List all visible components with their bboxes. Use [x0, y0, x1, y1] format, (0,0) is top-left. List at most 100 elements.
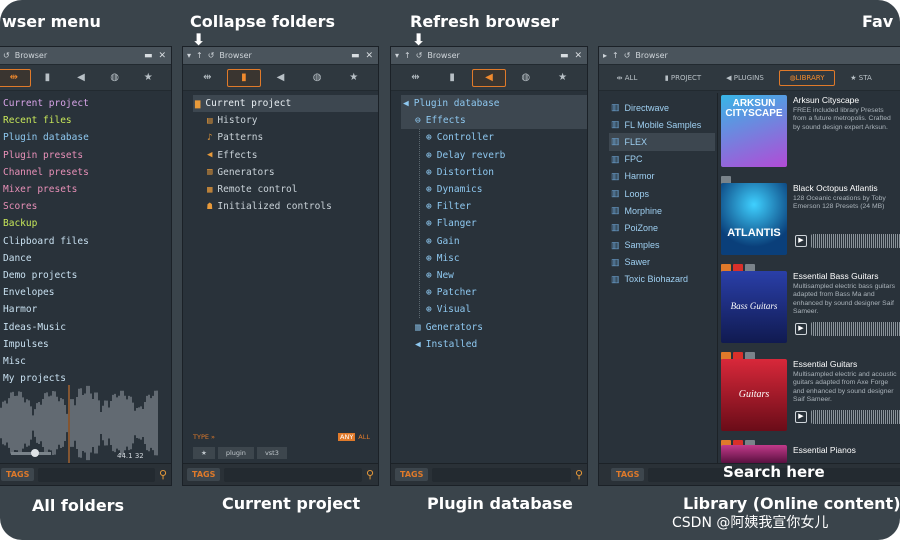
folder-list-item[interactable]: Dance — [1, 250, 171, 267]
folder-list-item[interactable]: Plugin presets — [1, 147, 171, 164]
project-list-item[interactable]: ▦ Remote control — [193, 181, 378, 198]
library-folder-item[interactable]: ▥ Sawer — [609, 254, 715, 271]
close-icon[interactable]: ✕ — [365, 51, 373, 61]
library-folder-item[interactable]: ▥ Samples — [609, 237, 715, 254]
tab-all-folders[interactable]: ⇹ — [190, 69, 224, 87]
library-folder-item[interactable]: ▥ Loops — [609, 185, 715, 202]
library-folder-item[interactable]: ▥ FL Mobile Samples — [609, 116, 715, 133]
star-icon[interactable]: ★ — [193, 447, 215, 459]
tag-chip[interactable]: plugin — [217, 447, 254, 459]
tab-plugin-database[interactable]: ◀ — [263, 69, 297, 87]
effect-category-item[interactable]: ⊕ Delay reverb — [420, 147, 587, 164]
slider-handle[interactable] — [31, 449, 39, 457]
minimize-icon[interactable]: ▬ — [144, 51, 153, 61]
any-toggle[interactable]: ANY — [338, 433, 356, 441]
folder-list-item[interactable]: Ideas-Music — [1, 318, 171, 335]
folder-list-item[interactable]: Recent files — [1, 112, 171, 129]
tags-button[interactable]: TAGS — [395, 468, 429, 481]
tab-current-project[interactable]: ▮ — [435, 69, 469, 87]
tags-button[interactable]: TAGS — [611, 468, 645, 481]
close-icon[interactable]: ✕ — [158, 51, 166, 61]
library-folder-item[interactable]: ▥ Morphine — [609, 202, 715, 219]
tab-library[interactable]: ◍ — [509, 69, 543, 87]
list-item-current-project[interactable]: ▆ Current project — [193, 95, 378, 113]
library-card[interactable]: ATLANTIS Black Octopus Atlantis 128 Ocean… — [721, 183, 900, 276]
type-filter-label[interactable]: TYPE » — [193, 433, 215, 441]
collapse-icon[interactable]: ↑ — [404, 51, 411, 60]
effect-category-item[interactable]: ⊕ Flanger — [420, 215, 587, 232]
tab-project[interactable]: ▮ PROJECT — [655, 74, 711, 82]
folder-list-item[interactable]: Misc — [1, 353, 171, 370]
library-card[interactable]: ARKSUN CITYSCAPE Arksun Cityscape FREE in… — [721, 95, 899, 188]
list-item-installed[interactable]: ◀ Installed — [401, 336, 587, 353]
folder-list-item[interactable]: Clipboard files — [1, 233, 171, 250]
folder-list-item[interactable]: Channel presets — [1, 164, 171, 181]
effect-category-item[interactable]: ⊕ Patcher — [420, 284, 587, 301]
effect-category-item[interactable]: ⊕ Visual — [420, 301, 587, 318]
tab-favorites[interactable]: ★ — [131, 69, 165, 87]
tag-chip[interactable]: vst3 — [256, 447, 287, 459]
tab-starred[interactable]: ★ STA — [841, 74, 881, 82]
project-list-item[interactable]: ▥ Generators — [193, 164, 378, 181]
folder-list-item[interactable]: Harmor — [1, 301, 171, 318]
list-item-plugin-database[interactable]: ◀ Plugin database — [401, 95, 587, 113]
effect-category-item[interactable]: ⊕ Misc — [420, 250, 587, 267]
tags-button[interactable]: TAGS — [1, 468, 35, 481]
project-list-item[interactable]: ◀ Effects — [193, 147, 378, 164]
library-folder-item[interactable]: ▥ FPC — [609, 151, 715, 168]
search-input[interactable] — [38, 467, 155, 482]
play-icon[interactable]: ▶ — [795, 323, 807, 335]
tab-library[interactable]: ◍ LIBRARY — [779, 69, 835, 86]
refresh-icon[interactable]: ↺ — [416, 51, 423, 60]
folder-list-item[interactable]: Impulses — [1, 336, 171, 353]
list-item-effects[interactable]: ⊖ Effects — [401, 112, 587, 130]
tab-library[interactable]: ◍ — [300, 69, 334, 87]
tab-favorites[interactable]: ★ — [337, 69, 371, 87]
folder-list-item[interactable]: Backup — [1, 215, 171, 232]
project-list-item[interactable]: ☗ Initialized controls — [193, 198, 378, 215]
effect-category-item[interactable]: ⊕ Controller — [420, 129, 587, 146]
collapse-icon[interactable]: ↑ — [196, 51, 203, 60]
tab-library[interactable]: ◍ — [98, 69, 132, 87]
project-list-item[interactable]: ♪ Patterns — [193, 129, 378, 146]
refresh-icon[interactable]: ↺ — [624, 51, 631, 60]
library-folder-item[interactable]: ▥ Harmor — [609, 168, 715, 185]
refresh-icon[interactable]: ↺ — [0, 51, 10, 60]
tab-current-project[interactable]: ▮ — [226, 68, 261, 87]
folder-list-item[interactable]: Envelopes — [1, 284, 171, 301]
menu-arrow-icon[interactable]: ▾ — [187, 51, 191, 60]
all-toggle[interactable]: ALL — [358, 433, 370, 441]
refresh-icon[interactable]: ↺ — [208, 51, 215, 60]
effect-category-item[interactable]: ⊕ Dynamics — [420, 181, 587, 198]
folder-list-item[interactable]: Current project — [1, 95, 171, 112]
project-list-item[interactable]: ▤ History — [193, 112, 378, 129]
tab-all-folders[interactable]: ⇹ — [398, 69, 432, 87]
tags-button[interactable]: TAGS — [187, 468, 221, 481]
library-folder-item[interactable]: ▥ Directwave — [609, 99, 715, 116]
tab-all-folders[interactable]: ⇹ — [0, 68, 31, 87]
tab-favorites[interactable]: ★ — [546, 69, 580, 87]
effect-category-item[interactable]: ⊕ Gain — [420, 233, 587, 250]
minimize-icon[interactable]: ▬ — [560, 51, 569, 61]
library-card[interactable]: Guitars Essential Guitars Multisampled el… — [721, 359, 900, 452]
tab-plugin-database[interactable]: ◀ — [471, 68, 506, 87]
effect-category-item[interactable]: ⊕ Distortion — [420, 164, 587, 181]
any-all-toggle[interactable]: ANY ALL — [338, 433, 370, 441]
search-input[interactable] — [224, 467, 362, 482]
search-input[interactable] — [432, 467, 571, 482]
minimize-icon[interactable]: ▬ — [351, 51, 360, 61]
folder-list-item[interactable]: Scores — [1, 198, 171, 215]
library-folder-item[interactable]: ▥ FLEX — [609, 133, 715, 151]
play-icon[interactable]: ▶ — [795, 411, 807, 423]
effect-category-item[interactable]: ⊕ Filter — [420, 198, 587, 215]
menu-arrow-icon[interactable]: ▸ — [603, 51, 607, 60]
tab-current-project[interactable]: ▮ — [31, 69, 65, 87]
search-icon[interactable]: ⚲ — [575, 468, 583, 481]
folder-list-item[interactable]: Mixer presets — [1, 181, 171, 198]
menu-arrow-icon[interactable]: ▾ — [395, 51, 399, 60]
collapse-icon[interactable]: ↑ — [612, 51, 619, 60]
search-icon[interactable]: ⚲ — [159, 468, 167, 481]
library-folder-item[interactable]: ▥ Toxic Biohazard — [609, 271, 715, 288]
folder-list-item[interactable]: Demo projects — [1, 267, 171, 284]
list-item-generators[interactable]: ▥ Generators — [401, 318, 587, 335]
